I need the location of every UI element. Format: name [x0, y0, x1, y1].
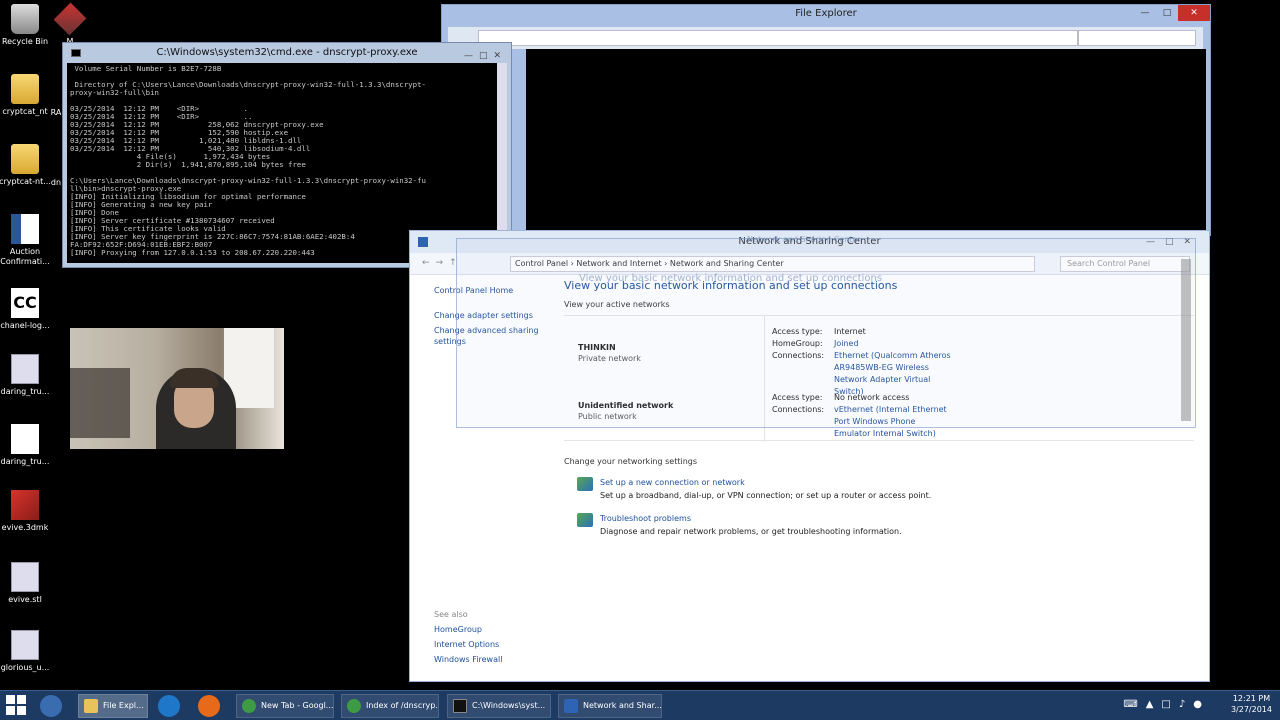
chanel-logo-icon: CC — [11, 288, 39, 318]
file-explorer-window[interactable]: File Explorer — □ ✕ — [441, 4, 1211, 236]
desktop-icon-label: cryptcat_nt — [2, 107, 48, 116]
desktop-icon-chanel[interactable]: CC chanel-log... — [0, 288, 55, 331]
desktop-icon-label: daring_tru... — [0, 457, 50, 466]
taskbar-file-explorer[interactable]: File Expl... — [78, 694, 148, 718]
minimize-icon[interactable]: — — [1134, 5, 1156, 21]
setup-connection-desc: Set up a broadband, dial-up, or VPN conn… — [600, 491, 932, 500]
taskbar-chrome-new-tab[interactable]: New Tab - Googl... — [236, 694, 334, 718]
webcam-video-overlay — [70, 328, 284, 449]
see-also: See also HomeGroup Internet Options Wind… — [434, 607, 502, 667]
ghost-title: Network and Sharing Center — [747, 235, 861, 244]
taskbar-label: Network and Shar... — [583, 701, 662, 710]
taskbar-network-sharing[interactable]: Network and Shar... — [558, 694, 662, 718]
desktop-icon-label: RA — [50, 108, 62, 117]
console-icon — [453, 699, 467, 713]
setup-connection-item[interactable]: Set up a new connection or network Set u… — [564, 476, 1194, 502]
troubleshoot-item[interactable]: Troubleshoot problems Diagnose and repai… — [564, 512, 1194, 538]
desktop: Recycle Bin M cryptcat_nt RA cryptcat-nt… — [0, 0, 1280, 690]
blank-document-icon — [11, 424, 39, 454]
taskbar-cmd[interactable]: C:\Windows\syst... — [447, 694, 551, 718]
desktop-icon-label: daring_tru... — [0, 387, 50, 396]
taskbar-label: Index of /dnscryp... — [366, 701, 439, 710]
desktop-icon-label: evive.stl — [8, 595, 42, 604]
desktop-icon-label: Recycle Bin — [1, 37, 49, 46]
system-tray-icons[interactable]: ⌨▲□♪● — [1123, 699, 1210, 710]
window-title: File Explorer — [795, 8, 857, 19]
window-controls: — □ ✕ — [1134, 5, 1210, 21]
3d-model-icon — [11, 490, 39, 520]
troubleshoot-link[interactable]: Troubleshoot problems — [600, 512, 1194, 525]
maximize-icon[interactable]: □ — [1156, 5, 1178, 21]
chrome-icon — [242, 699, 256, 713]
internet-options-link[interactable]: Internet Options — [434, 637, 502, 652]
window-title: C:\Windows\system32\cmd.exe - dnscrypt-p… — [156, 47, 418, 58]
troubleshoot-desc: Diagnose and repair network problems, or… — [600, 527, 902, 536]
desktop-icon-label: dn — [50, 178, 62, 187]
taskbar-chrome-index[interactable]: Index of /dnscryp... — [341, 694, 439, 718]
desktop-icon-glorious[interactable]: glorious_u... — [0, 630, 55, 673]
ghost-heading: View your basic network information and … — [579, 273, 883, 284]
ruby-app-icon — [53, 2, 87, 36]
taskbar: File Expl... New Tab - Googl... Index of… — [0, 690, 1280, 720]
recycle-bin-icon — [11, 4, 39, 34]
chrome-icon — [347, 699, 361, 713]
internet-explorer-icon[interactable] — [158, 695, 180, 717]
file-explorer-content — [526, 49, 1206, 231]
desktop-icon-evive-stl[interactable]: evive.stl — [0, 562, 55, 605]
troubleshoot-icon — [577, 513, 593, 527]
folder-icon — [11, 144, 39, 174]
close-icon[interactable]: ✕ — [1178, 5, 1210, 21]
folder-icon — [84, 699, 98, 713]
word-document-icon — [11, 214, 39, 244]
clock[interactable]: 12:21 PM 3/27/2014 — [1231, 693, 1272, 715]
desktop-icon-partial[interactable]: M — [50, 2, 90, 47]
taskbar-label: File Expl... — [103, 701, 144, 710]
desktop-icon-daring-1[interactable]: daring_tru... — [0, 354, 55, 397]
dragging-window-ghost: Network and Sharing Center View your bas… — [456, 235, 1196, 428]
folder-icon — [11, 74, 39, 104]
desktop-icon-label: evive.3dmk — [1, 523, 49, 532]
taskbar-label: C:\Windows\syst... — [472, 701, 546, 710]
desktop-icon-evive-3dmk[interactable]: evive.3dmk — [0, 490, 55, 533]
new-connection-icon — [577, 477, 593, 491]
taskbar-label: New Tab - Googl... — [261, 701, 334, 710]
clock-time: 12:21 PM — [1232, 694, 1271, 703]
image-file-icon — [11, 630, 39, 660]
cmd-titlebar[interactable]: C:\Windows\system32\cmd.exe - dnscrypt-p… — [63, 43, 511, 63]
desktop-icon-label: glorious_u... — [0, 663, 50, 672]
desktop-icon-recycle-bin[interactable]: Recycle Bin — [0, 4, 55, 47]
network-icon — [418, 237, 428, 247]
console-icon — [71, 49, 81, 57]
desktop-icon-label: Auction Confirmati... — [0, 247, 50, 266]
windows-firewall-link[interactable]: Windows Firewall — [434, 652, 502, 667]
setup-connection-link[interactable]: Set up a new connection or network — [600, 476, 1194, 489]
search-input[interactable] — [1078, 30, 1196, 46]
networking-settings-header: Change your networking settings — [564, 457, 698, 466]
address-input[interactable] — [478, 30, 1078, 46]
image-file-icon — [11, 354, 39, 384]
desktop-icon-daring-2[interactable]: daring_tru... — [0, 424, 55, 467]
see-also-header: See also — [434, 610, 468, 619]
stl-file-icon — [11, 562, 39, 592]
desktop-icon-auction[interactable]: Auction Confirmati... — [0, 214, 55, 267]
clock-date: 3/27/2014 — [1230, 705, 1272, 714]
desktop-icon-label: chanel-log... — [0, 321, 50, 330]
desktop-icon-label: cryptcat-nt... — [0, 177, 51, 186]
firefox-icon[interactable] — [198, 695, 220, 717]
start-button[interactable] — [6, 695, 26, 715]
control-panel-icon[interactable] — [40, 695, 62, 717]
file-explorer-titlebar[interactable]: File Explorer — □ ✕ — [442, 5, 1210, 23]
homegroup-link[interactable]: HomeGroup — [434, 622, 502, 637]
network-icon — [564, 699, 578, 713]
address-bar — [448, 27, 1203, 49]
